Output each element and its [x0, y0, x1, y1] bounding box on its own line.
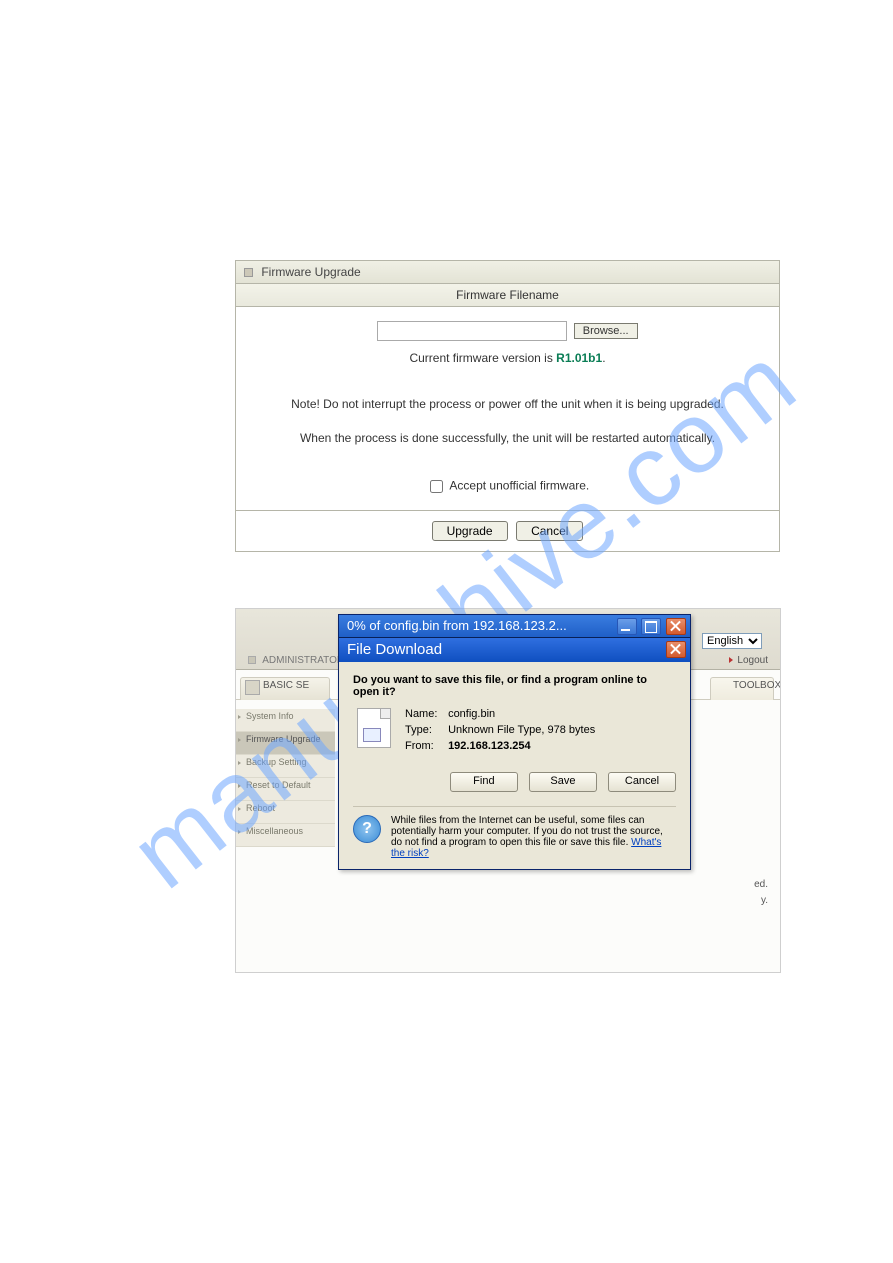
- bullet-icon: [244, 268, 253, 277]
- tab-toolbox-label: TOOLBOX: [733, 680, 781, 691]
- accept-unofficial-checkbox[interactable]: [430, 480, 443, 493]
- dialog-titlebar[interactable]: File Download: [339, 637, 690, 662]
- tab-basic-label: BASIC SE: [263, 680, 309, 691]
- dialog-button-row: Find Save Cancel: [353, 772, 676, 792]
- tab-basic-setting[interactable]: BASIC SE: [240, 677, 330, 700]
- sidebar-item[interactable]: Reboot: [236, 801, 335, 824]
- value-name: config.bin: [448, 708, 495, 720]
- file-download-dialog: 0% of config.bin from 192.168.123.2... F…: [338, 614, 691, 870]
- divider: [353, 806, 676, 807]
- upgrade-button[interactable]: Upgrade: [432, 521, 508, 541]
- warning-row: ? While files from the Internet can be u…: [353, 815, 676, 859]
- label-type: Type:: [405, 724, 445, 736]
- sidebar-arrow-icon: [238, 830, 241, 834]
- warning-text: While files from the Internet can be use…: [391, 815, 663, 848]
- sidebar-item-label: System Info: [246, 711, 294, 721]
- panel-header-title: Firmware Upgrade: [261, 265, 360, 279]
- accept-unofficial-label: Accept unofficial firmware.: [449, 479, 589, 493]
- language-select[interactable]: English: [702, 633, 762, 649]
- panel-subheader: Firmware Filename: [236, 284, 779, 307]
- sidebar-item-label: Reboot: [246, 803, 275, 813]
- close-button[interactable]: [666, 618, 686, 635]
- logout-label: Logout: [737, 655, 768, 666]
- sidebar-item-label: Reset to Default: [246, 780, 311, 790]
- logout-link[interactable]: Logout: [729, 655, 768, 666]
- sidebar-item[interactable]: System Info: [236, 709, 335, 732]
- dialog-cancel-button[interactable]: Cancel: [608, 772, 676, 792]
- router-admin-panel: ADMINISTRATOR's I English Logout BASIC S…: [235, 608, 781, 973]
- sidebar-item[interactable]: Backup Setting: [236, 755, 335, 778]
- bullet-icon: [248, 656, 256, 664]
- info-icon: ?: [353, 815, 381, 843]
- cancel-button[interactable]: Cancel: [516, 521, 583, 541]
- sidebar-item[interactable]: Firmware Upgrade: [236, 732, 335, 755]
- dialog-progress-title: 0% of config.bin from 192.168.123.2...: [347, 618, 567, 633]
- value-from: 192.168.123.254: [448, 740, 531, 752]
- value-type: Unknown File Type, 978 bytes: [448, 724, 595, 736]
- firmware-upgrade-panel: Firmware Upgrade Firmware Filename Brows…: [235, 260, 780, 552]
- version-prefix-text: Current firmware version is: [409, 351, 556, 365]
- sidebar-arrow-icon: [238, 715, 241, 719]
- file-info: Name: config.bin Type: Unknown File Type…: [353, 708, 676, 756]
- panel-header: Firmware Upgrade: [236, 261, 779, 284]
- note-text-2: When the process is done successfully, t…: [246, 431, 769, 445]
- language-select-container: English: [702, 631, 762, 649]
- panel-footer: Upgrade Cancel: [236, 511, 779, 551]
- note-text-1: Note! Do not interrupt the process or po…: [246, 397, 769, 411]
- minimize-button[interactable]: [617, 618, 637, 635]
- version-value: R1.01b1: [556, 351, 602, 365]
- version-suffix: .: [602, 351, 605, 365]
- sidebar-item[interactable]: Miscellaneous: [236, 824, 335, 847]
- label-name: Name:: [405, 708, 445, 720]
- close-button-inner[interactable]: [666, 641, 686, 658]
- sidebar-item[interactable]: Reset to Default: [236, 778, 335, 801]
- sidebar-arrow-icon: [238, 738, 241, 742]
- sidebar-arrow-icon: [238, 807, 241, 811]
- save-button[interactable]: Save: [529, 772, 597, 792]
- sidebar-item-label: Backup Setting: [246, 757, 307, 767]
- dialog-progress-titlebar[interactable]: 0% of config.bin from 192.168.123.2...: [339, 615, 690, 637]
- dialog-title: File Download: [347, 641, 442, 658]
- content-trunc-3: y.: [761, 895, 768, 906]
- tab-toolbox[interactable]: TOOLBOX: [710, 677, 774, 700]
- tab-icon: [245, 680, 260, 695]
- admin-sidebar: System Info Firmware Upgrade Backup Settin…: [236, 709, 335, 847]
- content-trunc-2: ed.: [754, 879, 768, 890]
- sidebar-arrow-icon: [238, 761, 241, 765]
- browse-button[interactable]: Browse...: [574, 323, 638, 339]
- find-button[interactable]: Find: [450, 772, 518, 792]
- label-from: From:: [405, 740, 445, 752]
- panel-body: Browse... Current firmware version is R1…: [236, 307, 779, 511]
- maximize-button[interactable]: [641, 618, 661, 635]
- file-icon: [357, 708, 391, 748]
- dialog-prompt: Do you want to save this file, or find a…: [353, 674, 676, 698]
- dialog-body: Do you want to save this file, or find a…: [339, 662, 690, 869]
- sidebar-arrow-icon: [238, 784, 241, 788]
- sidebar-item-label: Firmware Upgrade: [246, 734, 321, 744]
- logout-arrow-icon: [729, 657, 733, 663]
- firmware-filename-input[interactable]: [377, 321, 567, 341]
- sidebar-item-label: Miscellaneous: [246, 826, 303, 836]
